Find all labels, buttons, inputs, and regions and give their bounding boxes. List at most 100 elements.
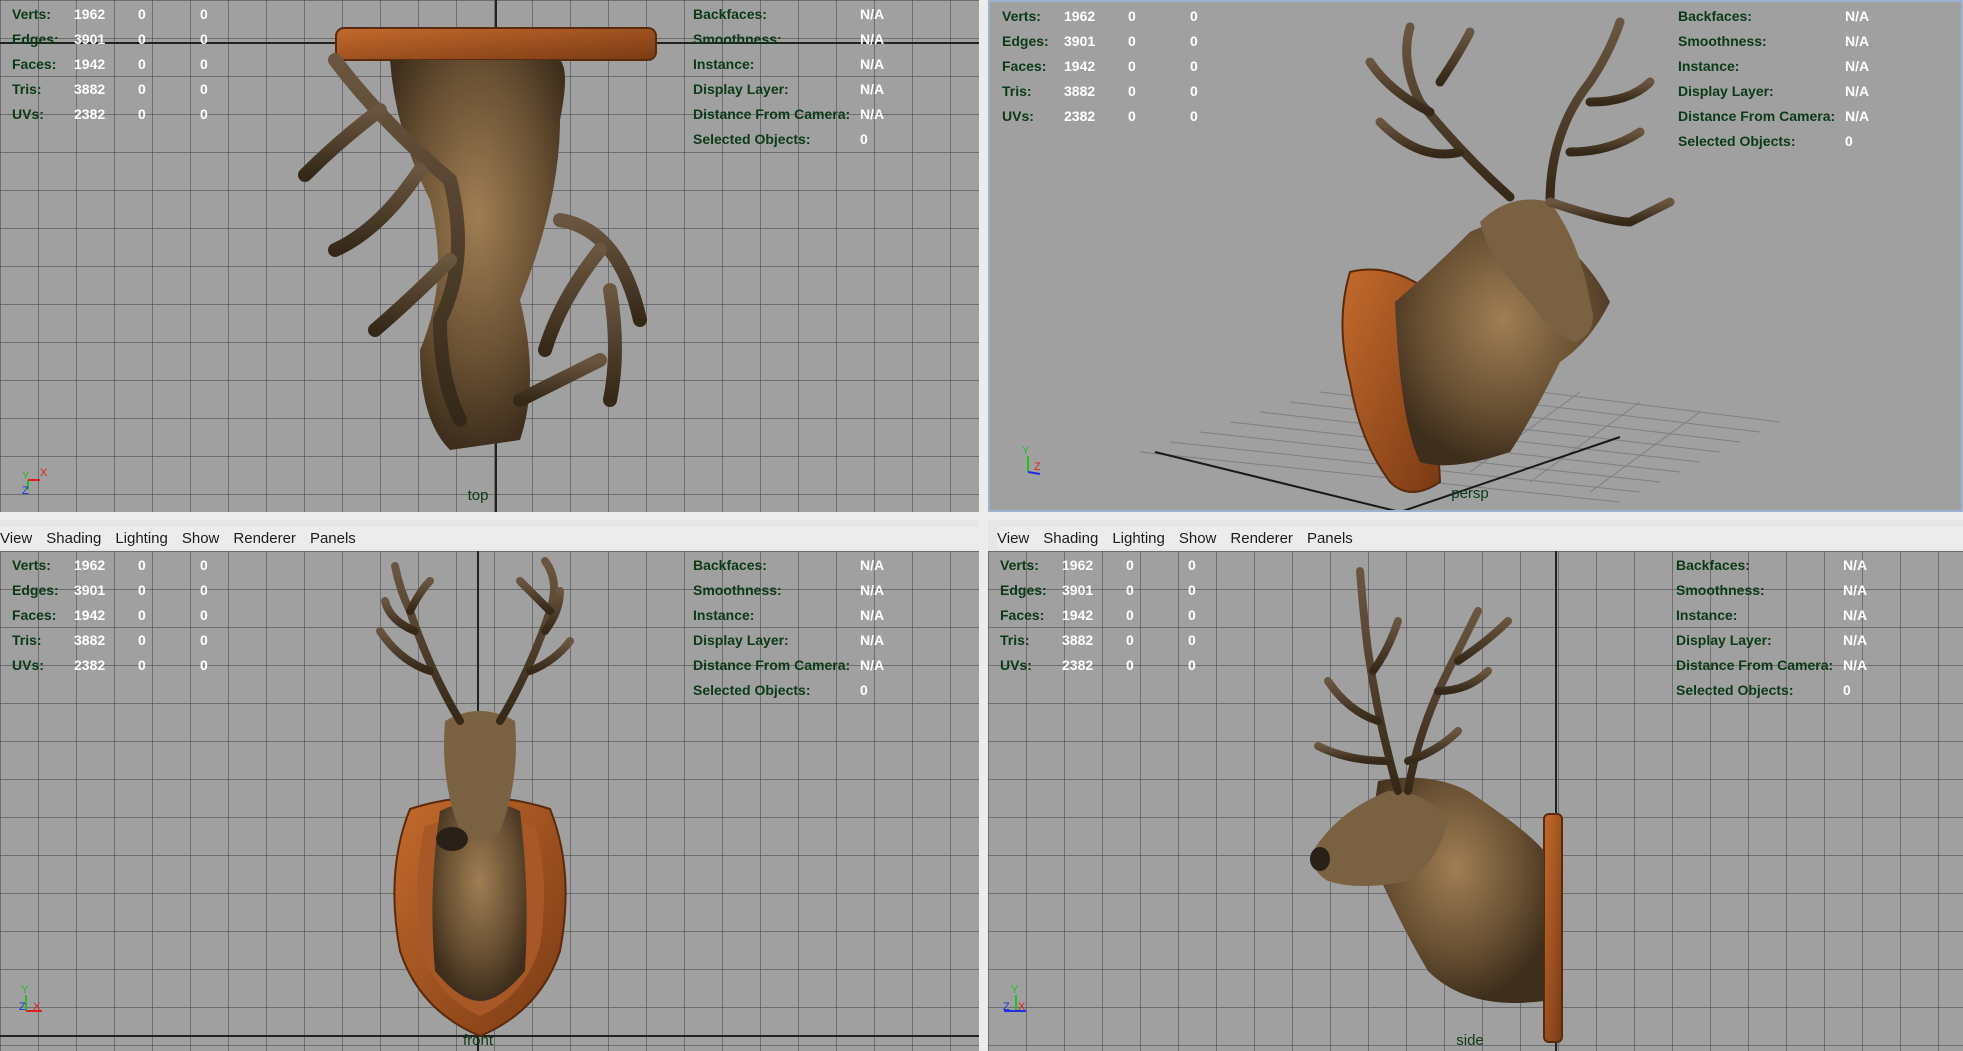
- hud-prop-label: Distance From Camera:: [693, 106, 851, 122]
- axis-label-x: X: [40, 467, 48, 479]
- menu-shading[interactable]: Shading: [1043, 530, 1098, 547]
- hud-row: Distance From Camera: N/A: [693, 653, 910, 678]
- hud-row: UVs: 2382 0 0: [988, 653, 1218, 678]
- hud-row: Verts: 1962 0 0: [0, 2, 230, 27]
- hud-row: Verts: 1962 0 0: [0, 553, 230, 578]
- hud-stats-top: Verts: 1962 0 0 Edges: 3901 0 0 Faces: 1942 0 0 T…: [0, 2, 230, 127]
- hud-stat-value: 0: [200, 31, 208, 47]
- hud-row: Display Layer: N/A: [693, 628, 910, 653]
- hud-stat-value: 0: [1126, 582, 1134, 598]
- hud-row: Instance: N/A: [1676, 603, 1893, 628]
- antlers-side: [1314, 567, 1512, 795]
- hud-stat-value: 2382: [1062, 657, 1094, 673]
- axis-gizmo-icon: Y Z X: [1003, 984, 1026, 1013]
- hud-prop-value: N/A: [1845, 83, 1870, 99]
- hud-row: Instance: N/A: [693, 603, 910, 628]
- hud-stat-value: 3882: [74, 632, 106, 648]
- hud-stat-value: 1942: [1064, 58, 1096, 74]
- hud-stat-value: 0: [1190, 33, 1198, 49]
- hud-stat-label: Tris:: [12, 81, 42, 97]
- hud-stat-value: 1962: [1062, 557, 1094, 573]
- hud-stat-label: Faces:: [1002, 58, 1047, 74]
- axis-label-y: Y: [1022, 445, 1030, 457]
- hud-prop-value: N/A: [860, 56, 885, 72]
- hud-prop-value: N/A: [860, 557, 885, 573]
- hud-prop-label: Display Layer:: [1678, 83, 1774, 99]
- hud-prop-label: Display Layer:: [693, 81, 789, 97]
- hud-stat-label: UVs:: [12, 106, 44, 122]
- viewport-top[interactable]: Verts: 1962 0 0 Edges: 3901 0 0 Faces: 1942 0 0 T…: [0, 0, 979, 512]
- hud-stat-value: 0: [200, 6, 208, 22]
- hud-prop-value: N/A: [1843, 632, 1868, 648]
- hud-prop-value: N/A: [860, 607, 885, 623]
- hud-stat-label: UVs:: [1000, 657, 1032, 673]
- hud-stat-value: 0: [1188, 582, 1196, 598]
- viewport-divider-vertical[interactable]: [979, 0, 988, 1051]
- hud-prop-label: Selected Objects:: [693, 682, 811, 698]
- hud-row: Selected Objects: 0: [693, 127, 910, 152]
- hud-stat-value: 3882: [1064, 83, 1096, 99]
- hud-prop-label: Display Layer:: [1676, 632, 1772, 648]
- hud-row: Backfaces: N/A: [693, 553, 910, 578]
- hud-row: UVs: 2382 0 0: [0, 102, 230, 127]
- menu-view[interactable]: View: [0, 530, 32, 547]
- hud-row: Faces: 1942 0 0: [0, 52, 230, 77]
- menu-shading[interactable]: Shading: [46, 530, 101, 547]
- hud-prop-value: N/A: [1843, 557, 1868, 573]
- viewport-persp[interactable]: Verts: 1962 0 0 Edges: 3901 0 0 Faces: 1942 0 0 T…: [988, 0, 1963, 512]
- viewport-divider-horizontal[interactable]: [0, 512, 1963, 520]
- camera-label-persp: persp: [1451, 485, 1489, 502]
- axis-label-x: X: [33, 1001, 41, 1013]
- hud-stat-label: Faces:: [12, 56, 57, 72]
- hud-stat-label: Edges:: [12, 582, 59, 598]
- hud-props-side: Backfaces: N/A Smoothness: N/A Instance: N/…: [1676, 553, 1893, 703]
- hud-row: Selected Objects: 0: [1678, 129, 1895, 154]
- menu-panels[interactable]: Panels: [310, 530, 356, 547]
- hud-stat-value: 1942: [74, 607, 106, 623]
- hud-row: Tris: 3882 0 0: [0, 628, 230, 653]
- axis-label-y: Y: [1011, 984, 1019, 996]
- hud-prop-label: Smoothness:: [1676, 582, 1765, 598]
- menu-show[interactable]: Show: [182, 530, 220, 547]
- hud-row: Faces: 1942 0 0: [988, 603, 1218, 628]
- hud-prop-value: N/A: [860, 81, 885, 97]
- hud-row: Display Layer: N/A: [1676, 628, 1893, 653]
- hud-row: Backfaces: N/A: [1678, 4, 1895, 29]
- hud-stat-value: 0: [138, 6, 146, 22]
- viewport-side[interactable]: Verts: 1962 0 0 Edges: 3901 0 0 Faces: 1942 0 0 T…: [988, 551, 1963, 1051]
- hud-stat-label: Tris:: [12, 632, 42, 648]
- hud-stat-label: Verts:: [1000, 557, 1039, 573]
- hud-prop-label: Smoothness:: [693, 31, 782, 47]
- menu-renderer[interactable]: Renderer: [1230, 530, 1293, 547]
- hud-stat-value: 0: [138, 31, 146, 47]
- viewport-front[interactable]: Verts: 1962 0 0 Edges: 3901 0 0 Faces: 1942 0 0 T…: [0, 551, 979, 1051]
- panel-menubar-front: View Shading Lighting Show Renderer Pane…: [0, 527, 979, 549]
- menu-lighting[interactable]: Lighting: [1112, 530, 1165, 547]
- hud-stat-value: 0: [200, 81, 208, 97]
- menu-panels[interactable]: Panels: [1307, 530, 1353, 547]
- hud-prop-label: Display Layer:: [693, 632, 789, 648]
- hud-row: UVs: 2382 0 0: [0, 653, 230, 678]
- hud-prop-label: Smoothness:: [693, 582, 782, 598]
- hud-prop-label: Smoothness:: [1678, 33, 1767, 49]
- menu-show[interactable]: Show: [1179, 530, 1217, 547]
- menu-view[interactable]: View: [997, 530, 1029, 547]
- hud-row: Edges: 3901 0 0: [0, 578, 230, 603]
- hud-props-persp: Backfaces: N/A Smoothness: N/A Instance: N/…: [1678, 4, 1895, 154]
- hud-row: Faces: 1942 0 0: [990, 54, 1220, 79]
- hud-row: UVs: 2382 0 0: [990, 104, 1220, 129]
- camera-label-front: front: [462, 1032, 494, 1049]
- hud-stat-value: 0: [200, 607, 208, 623]
- hud-prop-value: N/A: [1843, 582, 1868, 598]
- axis-label-z: Z: [22, 485, 29, 497]
- menu-lighting[interactable]: Lighting: [115, 530, 168, 547]
- hud-row: Verts: 1962 0 0: [990, 4, 1220, 29]
- hud-prop-label: Distance From Camera:: [1676, 657, 1834, 673]
- hud-stat-value: 2382: [74, 106, 106, 122]
- hud-prop-label: Backfaces:: [1676, 557, 1750, 573]
- hud-stat-value: 0: [1190, 58, 1198, 74]
- hud-stat-value: 0: [1126, 657, 1134, 673]
- hud-row: Edges: 3901 0 0: [0, 27, 230, 52]
- hud-stat-value: 0: [1128, 33, 1136, 49]
- menu-renderer[interactable]: Renderer: [233, 530, 296, 547]
